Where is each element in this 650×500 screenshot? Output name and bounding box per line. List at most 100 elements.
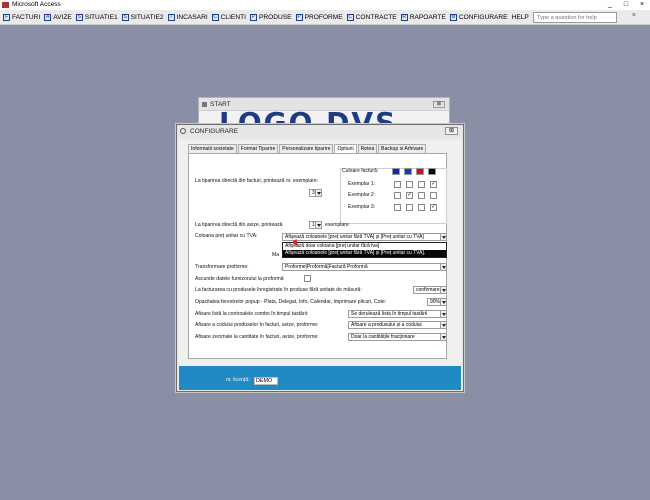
clienti-icon: C bbox=[211, 13, 219, 21]
opacitatea-label: Opacitatea ferestrelor popup - Plata, De… bbox=[195, 299, 387, 305]
start-close-button[interactable]: ⊠ bbox=[433, 101, 445, 108]
transformare-label: Transformare proforme: bbox=[195, 264, 249, 270]
tab-optiuni[interactable]: Optiuni bbox=[334, 144, 357, 153]
ex3-red-checkbox[interactable] bbox=[418, 204, 425, 211]
menu-rapoarte[interactable]: R RAPOARTE bbox=[400, 13, 446, 21]
facturi-icon: F bbox=[3, 13, 10, 21]
configurare-title: CONFIGURARE bbox=[190, 128, 239, 135]
optiuni-panel: La tiparirea directă din facturi, printe… bbox=[188, 153, 447, 359]
afisare-cod-select[interactable]: Afisare a produsului și a codului bbox=[348, 321, 447, 329]
facturi-copies-select[interactable]: 3 bbox=[309, 189, 322, 197]
gear-icon: ⚙ bbox=[449, 13, 457, 21]
ex3-blue2-checkbox[interactable] bbox=[406, 204, 413, 211]
color-blue-1-swatch bbox=[392, 168, 400, 175]
chevron-down-icon bbox=[440, 299, 446, 305]
rapoarte-icon: R bbox=[400, 13, 408, 21]
license-label: nr. licență: bbox=[226, 377, 250, 383]
color-group-label: Culoare factură: bbox=[342, 168, 379, 174]
dropdown-option-selected[interactable]: Afişează coloanele [preț unitar fără TVA… bbox=[283, 250, 446, 257]
produse-icon: P bbox=[249, 13, 257, 21]
avize-copies-label: La tiparirea directă din avize, printeaz… bbox=[195, 222, 283, 228]
ex1-red-checkbox[interactable] bbox=[418, 181, 425, 188]
facturarea-label: La facturarea cu produsele înregistrate … bbox=[195, 287, 362, 293]
configurare-footer: nr. licență: DEMO bbox=[179, 366, 461, 390]
ex3-blue1-checkbox[interactable] bbox=[394, 204, 401, 211]
access-app-icon bbox=[2, 2, 9, 8]
close-icon[interactable]: × bbox=[634, 0, 650, 10]
menu-avize[interactable]: A AVIZE bbox=[44, 13, 72, 21]
tab-format-tiparire[interactable]: Format Tiparire bbox=[237, 144, 279, 153]
tab-backup-arhivare[interactable]: Backup si Arhivare bbox=[378, 144, 427, 153]
afisare-lista-label: Afisare listă la controalele combo în ti… bbox=[195, 311, 309, 317]
afisare-cod-label: Afisare a codului produselor în facturi,… bbox=[195, 322, 319, 328]
configurare-window: CONFIGURARE ⊠ Informatii societate Forma… bbox=[176, 124, 464, 392]
contracte-icon: C bbox=[346, 13, 354, 21]
menu-situatie1[interactable]: S SITUATIE1 bbox=[75, 13, 118, 21]
menu-bar: F FACTURI A AVIZE S SITUATIE1 S SITUATIE2 II… bbox=[0, 10, 650, 25]
facturarea-select[interactable]: confirmare bbox=[413, 286, 447, 294]
ex2-black-checkbox[interactable] bbox=[430, 192, 437, 199]
tab-informatii-societate[interactable]: Informatii societate bbox=[188, 144, 237, 153]
ex1-blue2-checkbox[interactable] bbox=[406, 181, 413, 188]
window-controls: _ □ × bbox=[602, 0, 650, 10]
tab-retea[interactable]: Retea bbox=[357, 144, 378, 153]
ascunde-label: Ascunde datele furnizorului la proformă bbox=[195, 276, 284, 282]
transformare-select[interactable]: Proforme|Proformă|Factură Proformă bbox=[282, 263, 447, 271]
chevron-down-icon bbox=[440, 334, 446, 340]
exemplar-2-label: Exemplar 2: bbox=[348, 192, 376, 198]
chevron-down-icon bbox=[440, 264, 446, 270]
settings-icon bbox=[180, 128, 186, 134]
chevron-down-icon bbox=[315, 190, 321, 196]
ex2-blue2-checkbox[interactable]: ✓ bbox=[406, 192, 413, 199]
ascunde-checkbox[interactable] bbox=[304, 275, 311, 282]
chevron-down-icon bbox=[440, 322, 446, 328]
help-search-input[interactable]: Type a question for help bbox=[533, 12, 617, 23]
facturi-copies-label: La tiparirea directă din facturi, printe… bbox=[195, 178, 319, 184]
situatie2-icon: S bbox=[121, 13, 129, 21]
hidden-label-fragment: Ma bbox=[272, 252, 280, 258]
menu-incasari[interactable]: I INCASARI bbox=[167, 13, 208, 21]
ex1-black-checkbox[interactable]: ✓ bbox=[430, 181, 437, 188]
ex2-red-checkbox[interactable] bbox=[418, 192, 425, 199]
proforme-icon: P bbox=[295, 13, 303, 21]
maximize-icon[interactable]: □ bbox=[618, 0, 634, 10]
exemplar-1-label: Exemplar 1: bbox=[348, 181, 376, 187]
license-input[interactable]: DEMO bbox=[254, 377, 278, 385]
ex2-blue1-checkbox[interactable] bbox=[394, 192, 401, 199]
configurare-body: Informatii societate Format Tiparire Per… bbox=[179, 140, 461, 366]
chevron-down-icon bbox=[440, 311, 446, 317]
avize-copies-suffix: exemplare bbox=[325, 222, 349, 228]
coloana-select[interactable]: Afişează coloanele [preț unitar fără TVA… bbox=[282, 233, 447, 241]
menu-configurare[interactable]: ⚙ CONFIGURARE bbox=[449, 13, 508, 21]
menu-facturi[interactable]: F FACTURI bbox=[3, 13, 40, 21]
avize-icon: A bbox=[44, 13, 52, 21]
menu-help[interactable]: HELP bbox=[512, 14, 529, 21]
tab-personalizare-tiparire[interactable]: Personalizare tiparire bbox=[279, 144, 334, 153]
coloana-dropdown-list[interactable]: Afişează doar coloana [preț unitar fără … bbox=[282, 242, 447, 258]
menu-contracte[interactable]: C CONTRACTE bbox=[346, 13, 397, 21]
configurare-titlebar: CONFIGURARE ⊠ bbox=[177, 125, 463, 138]
exemplar-3-label: Exemplar 3: bbox=[348, 204, 376, 210]
incasari-icon: I bbox=[167, 13, 175, 21]
minimize-icon[interactable]: _ bbox=[602, 0, 618, 10]
afisare-zecimale-label: Afisare zecimale la cantitate în facturi… bbox=[195, 334, 319, 340]
dropdown-option[interactable]: Afişează doar coloana [preț unitar fără … bbox=[283, 243, 446, 250]
afisare-lista-select[interactable]: Se derulează lista în timpul tastării bbox=[348, 310, 447, 318]
color-blue-2-swatch bbox=[404, 168, 412, 175]
configurare-close-button[interactable]: ⊠ bbox=[445, 127, 458, 135]
menu-situatie2[interactable]: S SITUATIE2 bbox=[121, 13, 164, 21]
opacitatea-select[interactable]: 90% bbox=[427, 298, 447, 306]
chevron-down-icon bbox=[440, 234, 446, 240]
menu-clienti[interactable]: C CLIENTI bbox=[211, 13, 246, 21]
ex3-black-checkbox[interactable]: ✓ bbox=[430, 204, 437, 211]
menu-close-icon[interactable]: × bbox=[632, 12, 636, 19]
avize-copies-select[interactable]: 1 bbox=[309, 221, 322, 229]
ex1-blue1-checkbox[interactable] bbox=[394, 181, 401, 188]
app-title: Microsoft Access bbox=[12, 1, 61, 8]
afisare-zecimale-select[interactable]: Doar la cantitățile fracționare bbox=[348, 333, 447, 341]
chevron-down-icon bbox=[440, 287, 446, 293]
coloana-label: Coloana preț unitar cu TVA: bbox=[195, 233, 258, 239]
menu-produse[interactable]: P PRODUSE bbox=[249, 13, 292, 21]
color-black-swatch bbox=[428, 168, 436, 175]
menu-proforme[interactable]: P PROFORME bbox=[295, 13, 343, 21]
